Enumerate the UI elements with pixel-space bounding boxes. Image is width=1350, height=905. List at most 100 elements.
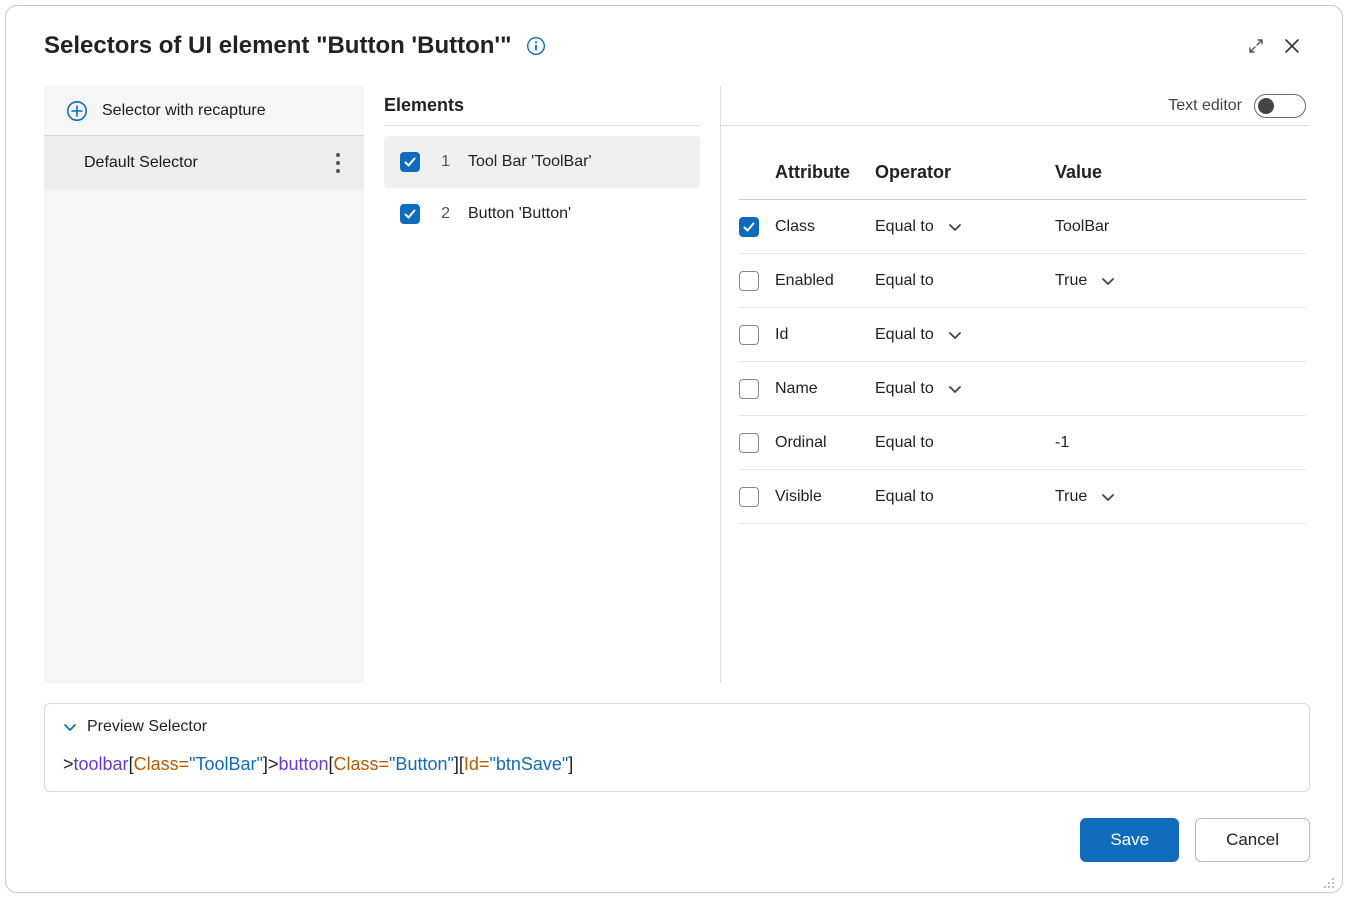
attributes-topbar: Text editor [721,86,1310,126]
attributes-column: Text editor Attribute Operator Value Cla… [720,86,1310,683]
selector-builder-dialog: Selectors of UI element "Button 'Button'… [5,5,1343,893]
attribute-row: NameEqual to [739,362,1306,416]
value-field[interactable]: True [1055,272,1306,290]
operator-header: Operator [875,162,1055,183]
attribute-value: True [1055,488,1087,506]
selector-token: = [379,754,390,775]
attributes-header-row: Attribute Operator Value [739,146,1306,200]
value-header: Value [1055,162,1306,183]
selector-with-recapture-label: Selector with recapture [102,102,266,120]
more-vertical-icon[interactable] [324,153,352,173]
selector-token: > [268,754,279,775]
chevron-down-icon[interactable] [1101,274,1115,288]
chevron-down-icon [63,720,77,734]
value-field[interactable]: ToolBar [1055,218,1306,236]
attribute-value: ToolBar [1055,218,1109,236]
chevron-down-icon[interactable] [948,328,962,342]
attribute-name: Class [775,218,875,236]
attributes-table: Attribute Operator Value ClassEqual toTo… [721,126,1310,524]
element-label: Button 'Button' [468,205,571,223]
attribute-value: -1 [1055,434,1069,452]
save-button[interactable]: Save [1080,818,1179,862]
attribute-row: OrdinalEqual to -1 [739,416,1306,470]
operator-value: Equal to [875,380,934,398]
selectors-column: Selector with recapture Default Selector [44,86,364,683]
element-checkbox[interactable] [400,152,420,172]
attribute-name: Id [775,326,875,344]
attribute-checkbox[interactable] [739,217,759,237]
operator-value: Equal to [875,488,934,506]
operator-value: Equal to [875,218,934,236]
element-checkbox[interactable] [400,204,420,224]
attribute-name: Name [775,380,875,398]
preview-selector-heading: Preview Selector [87,718,207,736]
selector-token: button [278,754,328,775]
resize-grip-icon[interactable] [1322,874,1336,888]
selector-token: > [63,754,74,775]
attribute-row: EnabledEqual to True [739,254,1306,308]
element-index: 2 [438,205,450,223]
attribute-checkbox[interactable] [739,487,759,507]
chevron-down-icon[interactable] [1101,490,1115,504]
operator-select[interactable]: Equal to [875,218,1055,236]
selectors-empty-area [44,190,364,683]
value-field[interactable]: -1 [1055,434,1306,452]
operator-select[interactable]: Equal to [875,272,1055,290]
element-row[interactable]: 2 Button 'Button' [384,188,700,240]
attribute-value: True [1055,272,1087,290]
operator-select[interactable]: Equal to [875,434,1055,452]
preview-selector-panel: Preview Selector > toolbar[Class="ToolBa… [44,703,1310,792]
selector-token: toolbar [74,754,129,775]
element-row[interactable]: 1 Tool Bar 'ToolBar' [384,136,700,188]
attribute-name: Enabled [775,272,875,290]
selector-token: = [179,754,190,775]
dialog-title: Selectors of UI element "Button 'Button'… [44,32,512,60]
text-editor-toggle[interactable] [1254,94,1306,118]
attribute-checkbox[interactable] [739,433,759,453]
info-icon[interactable] [526,36,546,56]
operator-value: Equal to [875,434,934,452]
selector-token: = [479,754,490,775]
selector-item[interactable]: Default Selector [44,136,364,190]
close-icon[interactable] [1274,28,1310,64]
attribute-checkbox[interactable] [739,379,759,399]
selector-with-recapture-button[interactable]: Selector with recapture [44,86,364,136]
chevron-down-icon[interactable] [948,382,962,396]
operator-value: Equal to [875,272,934,290]
selector-token: Class [334,754,379,775]
selector-token: ] [568,754,573,775]
preview-selector-toggle[interactable]: Preview Selector [63,718,1291,736]
operator-select[interactable]: Equal to [875,380,1055,398]
dialog-footer: Save Cancel [6,792,1342,892]
attribute-row: IdEqual to [739,308,1306,362]
plus-circle-icon [66,100,88,122]
text-editor-toggle-label: Text editor [1168,97,1242,115]
selector-token: "ToolBar" [189,754,263,775]
attribute-header: Attribute [775,162,875,183]
dialog-body: Selector with recapture Default Selector… [6,72,1342,683]
value-field[interactable]: True [1055,488,1306,506]
elements-column: Elements 1 Tool Bar 'ToolBar' 2 Button 'But… [384,86,700,683]
operator-select[interactable]: Equal to [875,488,1055,506]
attribute-row: VisibleEqual to True [739,470,1306,524]
operator-value: Equal to [875,326,934,344]
selector-token: Class [134,754,179,775]
attribute-checkbox[interactable] [739,325,759,345]
chevron-down-icon[interactable] [948,220,962,234]
attribute-name: Ordinal [775,434,875,452]
dialog-header: Selectors of UI element "Button 'Button'… [6,6,1342,72]
selector-item-label: Default Selector [84,154,312,172]
selector-token: Id [464,754,479,775]
selector-token: "Button" [389,754,454,775]
elements-heading: Elements [384,86,700,126]
selector-token: "btnSave" [489,754,568,775]
attribute-checkbox[interactable] [739,271,759,291]
cancel-button[interactable]: Cancel [1195,818,1310,862]
element-label: Tool Bar 'ToolBar' [468,153,592,171]
attribute-name: Visible [775,488,875,506]
operator-select[interactable]: Equal to [875,326,1055,344]
attribute-row: ClassEqual to ToolBar [739,200,1306,254]
maximize-icon[interactable] [1238,28,1274,64]
element-index: 1 [438,153,450,171]
preview-selector-code: > toolbar[Class="ToolBar"] > button[Clas… [63,754,1291,775]
